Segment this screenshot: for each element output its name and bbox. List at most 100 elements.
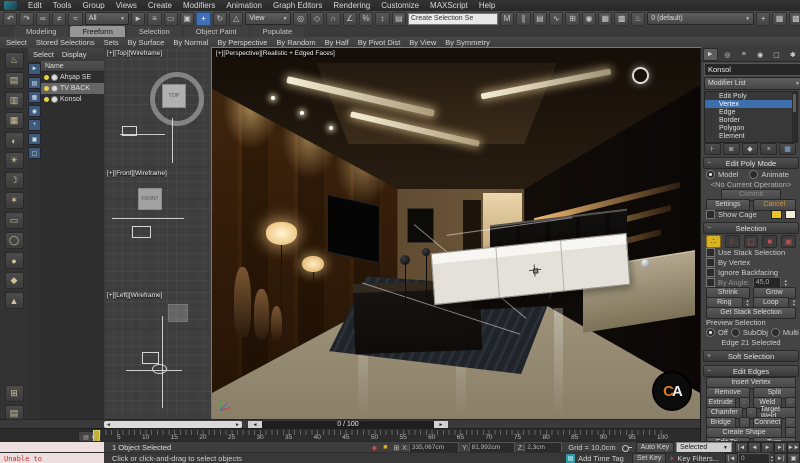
model-radio[interactable] <box>706 170 715 179</box>
left-toolbar-icon[interactable]: ◯ <box>4 232 24 249</box>
redo-icon[interactable]: ↷ <box>19 11 34 26</box>
window-crossing-icon[interactable]: ▣ <box>179 11 195 26</box>
animate-radio[interactable] <box>749 170 759 179</box>
menu-item[interactable]: Customize <box>381 1 419 10</box>
current-frame-field[interactable]: 0 <box>738 453 771 463</box>
time-configuration-icon[interactable]: ▣ <box>787 452 800 463</box>
viewport-perspective[interactable]: C A [+][Perspective][Realistic + Edged F… <box>211 47 701 420</box>
left-toolbar-icon[interactable]: ▥ <box>4 92 24 109</box>
rollout-selection[interactable]: Selection <box>703 222 799 234</box>
set-key-button[interactable]: Set Key <box>631 452 667 463</box>
mirror-icon[interactable]: M <box>499 11 515 26</box>
command-panel-tab-icon[interactable]: ▢ <box>770 49 783 60</box>
subobject-level-icon[interactable]: ∴ <box>706 234 721 248</box>
reference-coordinate-dropdown[interactable]: View ▼ <box>245 12 292 25</box>
explorer-tool-icon[interactable]: ▦ <box>28 91 41 103</box>
left-toolbar-icon[interactable]: ▭ <box>4 212 24 229</box>
ribbon-tool-button[interactable]: By Perspective <box>217 38 267 47</box>
stack-tool-icon[interactable]: ◆ <box>741 143 759 155</box>
explorer-tool-icon[interactable]: ► <box>28 63 41 75</box>
ribbon-tool-button[interactable]: By Symmetry <box>445 38 490 47</box>
rollout-edit-edges[interactable]: Edit Edges <box>703 365 799 377</box>
menu-item[interactable]: Views <box>116 1 137 10</box>
select-by-name-icon[interactable]: ≡ <box>147 11 162 26</box>
rectangular-region-icon[interactable]: ▭ <box>163 11 178 26</box>
by-vertex-checkbox[interactable] <box>706 258 715 267</box>
viewport-front-label[interactable]: [+][Front][Wireframe] <box>107 170 167 177</box>
rendered-frame-window-icon[interactable]: ▩ <box>614 11 629 26</box>
menu-item[interactable]: Tools <box>53 1 72 10</box>
explorer-tool-icon[interactable]: ◉ <box>28 105 41 117</box>
ribbon-tool-button[interactable]: Stored Selections <box>36 38 95 47</box>
explorer-tool-icon[interactable]: ▢ <box>28 147 41 159</box>
menu-item[interactable]: Group <box>82 1 104 10</box>
align-icon[interactable]: ∥ <box>516 11 531 26</box>
cage-selected-color-swatch[interactable] <box>785 210 796 219</box>
select-link-icon[interactable]: ∞ <box>35 11 51 26</box>
curve-editor-icon[interactable]: ∿ <box>549 11 564 26</box>
key-filters-icon[interactable]: ✶ <box>666 454 677 463</box>
go-to-end-button[interactable]: ►| <box>774 452 787 463</box>
preview-subobj-radio[interactable] <box>730 328 740 337</box>
loop-spinner[interactable]: ▲ ▼ <box>792 298 796 307</box>
selection-lock-icon[interactable]: ■ <box>380 443 391 453</box>
move-tool-icon[interactable]: + <box>196 11 211 26</box>
command-panel-tab-icon[interactable]: ◎ <box>721 49 734 60</box>
command-panel-tab-icon[interactable]: ► <box>702 48 718 61</box>
rotate-tool-icon[interactable]: ↻ <box>212 11 228 26</box>
viewport-left-label[interactable]: [+][Left][Wireframe] <box>107 292 162 299</box>
explorer-object-row[interactable]: Konsol <box>41 94 104 105</box>
stack-tool-icon[interactable]: ⊦ <box>704 143 721 155</box>
left-toolbar-icon[interactable]: ☀ <box>4 152 24 169</box>
render-production-icon[interactable]: ♨ <box>630 11 646 26</box>
viewport-top-label[interactable]: [+][Top][Wireframe] <box>107 50 162 57</box>
menu-item[interactable]: Graph Editors <box>273 1 322 10</box>
use-stack-selection-checkbox[interactable] <box>706 248 715 257</box>
scroll-right-icon[interactable]: ► <box>235 422 240 428</box>
layer-properties-icon[interactable]: ▩ <box>788 11 800 26</box>
selection-filter-dropdown[interactable]: All ▼ <box>84 12 129 25</box>
material-editor-icon[interactable]: ◉ <box>581 11 597 26</box>
cancel-button[interactable]: Cancel <box>752 198 796 211</box>
menu-item[interactable]: Rendering <box>333 1 370 10</box>
viewcube-left-face[interactable] <box>168 304 188 322</box>
isolate-selection-icon[interactable]: ◆ <box>369 443 380 453</box>
stack-item[interactable]: Vertex <box>705 100 797 108</box>
left-toolbar-icon[interactable]: ● <box>4 252 24 269</box>
left-toolbar-icon[interactable]: ☽ <box>4 172 24 189</box>
explorer-object-row[interactable]: Ahşap SE <box>41 72 104 83</box>
explorer-object-row[interactable]: TV BACK <box>41 83 104 94</box>
cage-color-swatch[interactable] <box>771 210 782 219</box>
stack-scrollbar[interactable] <box>792 92 797 142</box>
subobject-level-icon[interactable]: ∕ <box>724 234 740 248</box>
layer-manager-icon[interactable]: ▤ <box>532 11 548 26</box>
render-preset-dropdown[interactable]: 0 (default) ▼ <box>647 12 755 25</box>
named-selection-sets-icon[interactable]: ▤ <box>391 11 406 26</box>
app-logo-icon[interactable] <box>4 1 17 10</box>
object-visibility-icon[interactable] <box>51 96 58 103</box>
snap-toggle-icon[interactable]: ∩ <box>326 11 341 26</box>
explorer-select-menu[interactable]: Select <box>33 50 54 59</box>
left-toolbar-icon[interactable]: ▤ <box>4 72 24 89</box>
subobject-level-icon[interactable]: ▣ <box>781 234 796 248</box>
left-toolbar-icon[interactable]: ◆ <box>4 272 24 289</box>
go-to-start-button[interactable]: |◄ <box>725 452 739 463</box>
angle-spinner[interactable]: ▲ ▼ <box>784 278 788 287</box>
ribbon-tool-button[interactable]: Select <box>6 38 27 47</box>
render-setup-icon[interactable]: ▦ <box>598 11 613 26</box>
add-preset-icon[interactable]: + <box>756 11 771 26</box>
stack-tool-icon[interactable]: ▦ <box>779 143 796 155</box>
stack-item[interactable]: Edit Poly <box>705 92 797 100</box>
modifier-list-dropdown[interactable]: Modifier List ▼ <box>704 77 800 90</box>
ring-spinner[interactable]: ▲ ▼ <box>746 298 750 307</box>
menu-item[interactable]: Edit <box>28 1 42 10</box>
viewcube-front-face[interactable]: FRONT <box>138 188 162 210</box>
menu-item[interactable]: MAXScript <box>430 1 468 10</box>
left-toolbar-icon[interactable]: ◐ <box>4 132 24 149</box>
rollout-soft-selection[interactable]: Soft Selection <box>703 350 799 362</box>
transform-gizmo[interactable] <box>528 264 541 277</box>
rollout-edit-poly-mode[interactable]: Edit Poly Mode <box>703 157 799 169</box>
subobject-level-icon[interactable]: ▢ <box>743 234 759 248</box>
explorer-name-header[interactable]: Name <box>41 61 104 72</box>
viewport-front[interactable]: [+][Front][Wireframe] FRONT <box>104 168 213 291</box>
